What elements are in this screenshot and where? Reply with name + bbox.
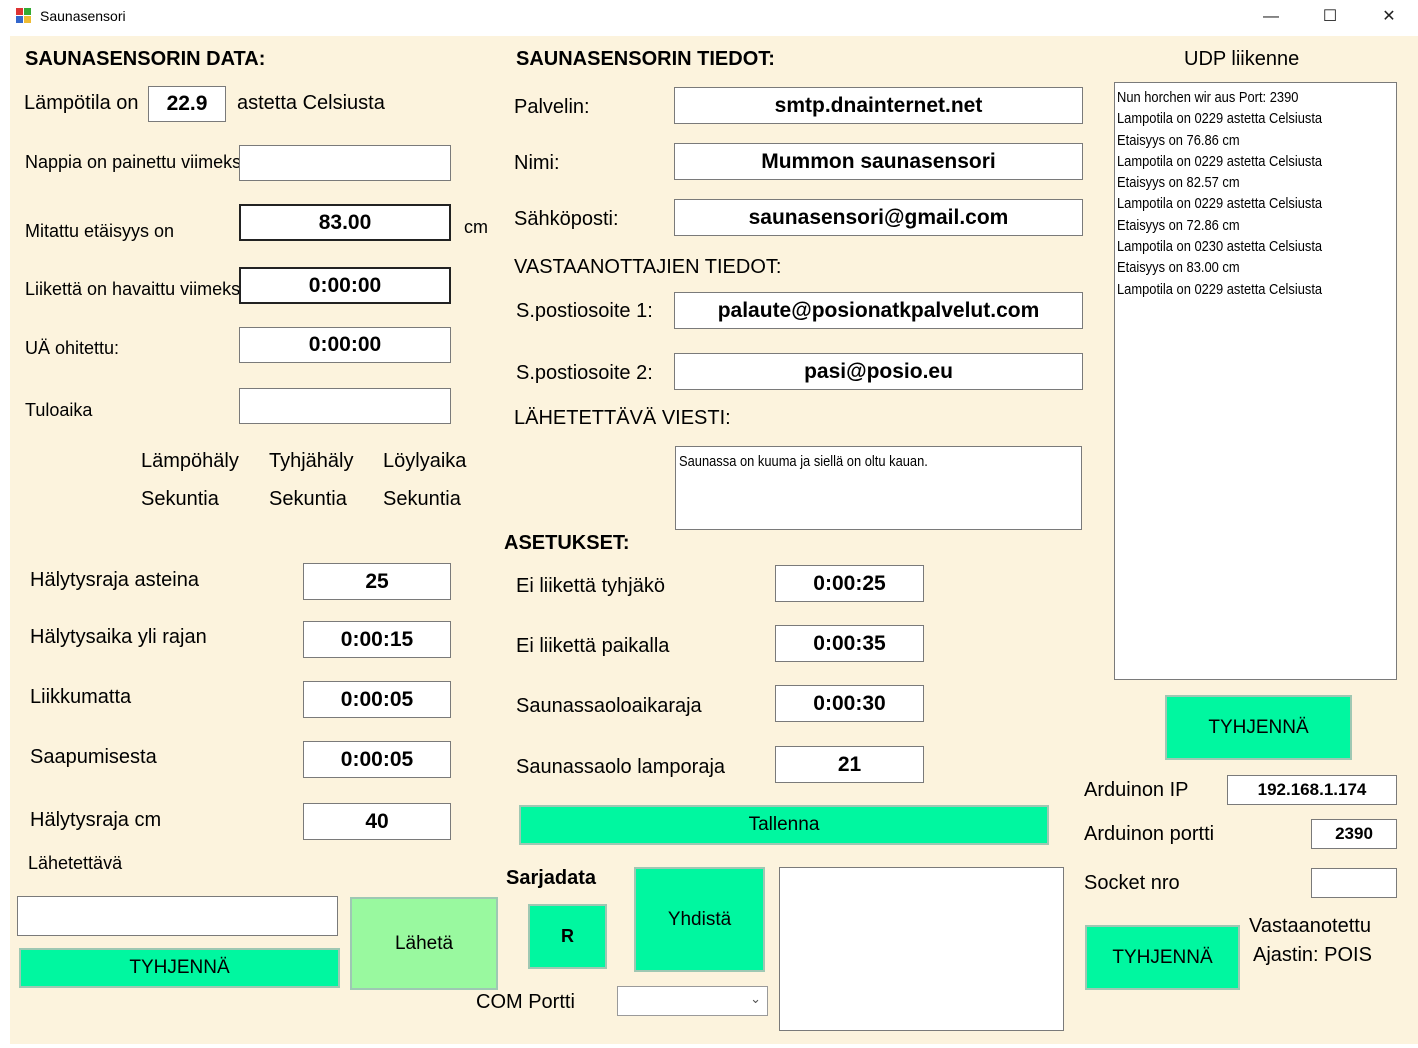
stay-limit-field[interactable]: 0:00:30 [775, 685, 924, 722]
udp-header: UDP liikenne [1184, 48, 1300, 70]
distance-label: Mitattu etäisyys on [25, 221, 175, 241]
save-button[interactable]: Tallenna [519, 805, 1049, 845]
arduino-ip-label: Arduinon IP [1084, 779, 1189, 801]
list-item: Etaisyys on 83.00 cm [1117, 259, 1240, 277]
list-item: Etaisyys on 76.86 cm [1117, 131, 1240, 149]
steam-time-unit: Sekuntia [383, 488, 461, 510]
arduino-ip-field[interactable]: 192.168.1.174 [1227, 775, 1397, 805]
list-item: Lampotila on 0229 astetta Celsiusta [1117, 152, 1323, 170]
empty-timeout-label: Ei liikettä tyhjäkö [516, 575, 665, 597]
time-over-label: Hälytysaika yli rajan [30, 626, 207, 648]
still-field[interactable]: 0:00:05 [303, 681, 451, 718]
socket-label: Socket nro [1084, 872, 1180, 894]
clear-udp-button[interactable]: TYHJENNÄ [1165, 695, 1352, 760]
distance-value-field[interactable]: 83.00 [239, 204, 451, 241]
distance-unit-label: cm [464, 217, 488, 237]
ua-value-field[interactable]: 0:00:00 [239, 327, 451, 363]
chevron-down-icon: ⌄ [750, 991, 761, 1006]
timer-status-label: Ajastin: POIS [1253, 944, 1372, 966]
button-pressed-label: Nappia on painettu viimeksi [25, 152, 246, 172]
list-item: Lampotila on 0229 astetta Celsiusta [1117, 110, 1323, 128]
form-client-area: SAUNASENSORIN DATA: Lämpötila on 22.9 as… [10, 36, 1418, 1044]
clear-received-button[interactable]: TYHJENNÄ [1085, 925, 1240, 990]
motion-label: Liikettä on havaittu viimeksi [25, 279, 245, 299]
message-textarea[interactable]: Saunassa on kuuma ja siellä on oltu kaua… [675, 446, 1082, 530]
com-port-select[interactable]: ⌄ [617, 986, 768, 1016]
send-label: Lähetettävä [28, 853, 123, 873]
serial-output[interactable] [779, 867, 1064, 1031]
still-label: Liikkumatta [30, 686, 132, 708]
info-header: SAUNASENSORIN TIEDOT: [516, 48, 775, 70]
list-item: Lampotila on 0230 astetta Celsiusta [1117, 238, 1323, 256]
empty-alarm-column: Tyhjähäly [269, 450, 354, 472]
heat-alarm-unit: Sekuntia [141, 488, 219, 510]
temp-limit-field[interactable]: 25 [303, 563, 451, 600]
message-label: LÄHETETTÄVÄ VIESTI: [514, 407, 731, 429]
temp-unit-label: astetta Celsiusta [237, 92, 385, 114]
arrival-delay-field[interactable]: 0:00:05 [303, 741, 451, 778]
addr2-label: S.postiosoite 2: [516, 362, 653, 384]
title-bar: Saunasensori — ☐ ✕ [6, 0, 1418, 34]
ua-label: UÄ ohitettu: [25, 338, 120, 358]
email-label: Sähköposti: [514, 208, 619, 230]
empty-timeout-field[interactable]: 0:00:25 [775, 565, 924, 602]
temp-value-field[interactable]: 22.9 [148, 86, 226, 122]
arduino-port-label: Arduinon portti [1084, 823, 1215, 845]
arduino-port-field[interactable]: 2390 [1311, 819, 1397, 849]
name-field[interactable]: Mummon saunasensori [674, 143, 1083, 180]
arrival-delay-label: Saapumisesta [30, 746, 157, 768]
motion-value-field[interactable]: 0:00:00 [239, 267, 451, 304]
app-window: Saunasensori — ☐ ✕ SAUNASENSORIN DATA: L… [6, 0, 1418, 1046]
udp-log-list[interactable]: Nun horchen wir aus Port: 2390 Lampotila… [1114, 82, 1397, 680]
server-field[interactable]: smtp.dnainternet.net [674, 87, 1083, 124]
temp-threshold-label: Saunassaolo lamporaja [516, 756, 726, 778]
message-text: Saunassa on kuuma ja siellä on oltu kaua… [679, 453, 928, 470]
data-header: SAUNASENSORIN DATA: [25, 48, 266, 70]
steam-time-column: Löylyaika [383, 450, 467, 472]
close-button[interactable]: ✕ [1360, 0, 1418, 34]
name-label: Nimi: [514, 152, 560, 174]
cm-limit-field[interactable]: 40 [303, 803, 451, 840]
list-item: Etaisyys on 82.57 cm [1117, 174, 1240, 192]
heat-alarm-column: Lämpöhäly [141, 450, 239, 472]
maximize-button[interactable]: ☐ [1301, 0, 1359, 34]
temp-limit-label: Hälytysraja asteina [30, 569, 199, 591]
email-field[interactable]: saunasensori@gmail.com [674, 199, 1083, 236]
send-input[interactable] [17, 896, 338, 936]
stay-limit-label: Saunassaoloaikaraja [516, 695, 702, 717]
list-item: Lampotila on 0229 astetta Celsiusta [1117, 195, 1323, 213]
temp-threshold-field[interactable]: 21 [775, 746, 924, 783]
settings-header: ASETUKSET: [504, 532, 630, 554]
arrival-label: Tuloaika [25, 400, 93, 420]
received-label: Vastaanotettu [1249, 915, 1371, 937]
socket-field[interactable] [1311, 868, 1397, 898]
serial-header: Sarjadata [506, 867, 597, 889]
list-item: Nun horchen wir aus Port: 2390 [1117, 89, 1299, 106]
inplace-timeout-field[interactable]: 0:00:35 [775, 625, 924, 662]
window-title: Saunasensori [40, 8, 126, 24]
arrival-field[interactable] [239, 388, 451, 424]
addr1-field[interactable]: palaute@posionatkpalvelut.com [674, 292, 1083, 329]
send-button[interactable]: Lähetä [350, 897, 498, 990]
inplace-timeout-label: Ei liikettä paikalla [516, 635, 670, 657]
addr1-label: S.postiosoite 1: [516, 300, 653, 322]
app-icon [16, 8, 32, 24]
minimize-button[interactable]: — [1242, 0, 1300, 34]
recipients-header: VASTAANOTTAJIEN TIEDOT: [514, 256, 782, 278]
button-pressed-field[interactable] [239, 145, 451, 181]
clear-send-button[interactable]: TYHJENNÄ [19, 948, 340, 988]
r-button[interactable]: R [528, 904, 607, 969]
addr2-field[interactable]: pasi@posio.eu [674, 353, 1083, 390]
temp-label: Lämpötila on [24, 92, 139, 114]
empty-alarm-unit: Sekuntia [269, 488, 347, 510]
time-over-field[interactable]: 0:00:15 [303, 621, 451, 658]
connect-button[interactable]: Yhdistä [634, 867, 765, 972]
list-item: Etaisyys on 72.86 cm [1117, 216, 1240, 234]
cm-limit-label: Hälytysraja cm [30, 809, 162, 831]
list-item: Lampotila on 0229 astetta Celsiusta [1117, 280, 1323, 298]
com-port-label: COM Portti [476, 991, 575, 1013]
server-label: Palvelin: [514, 96, 590, 118]
